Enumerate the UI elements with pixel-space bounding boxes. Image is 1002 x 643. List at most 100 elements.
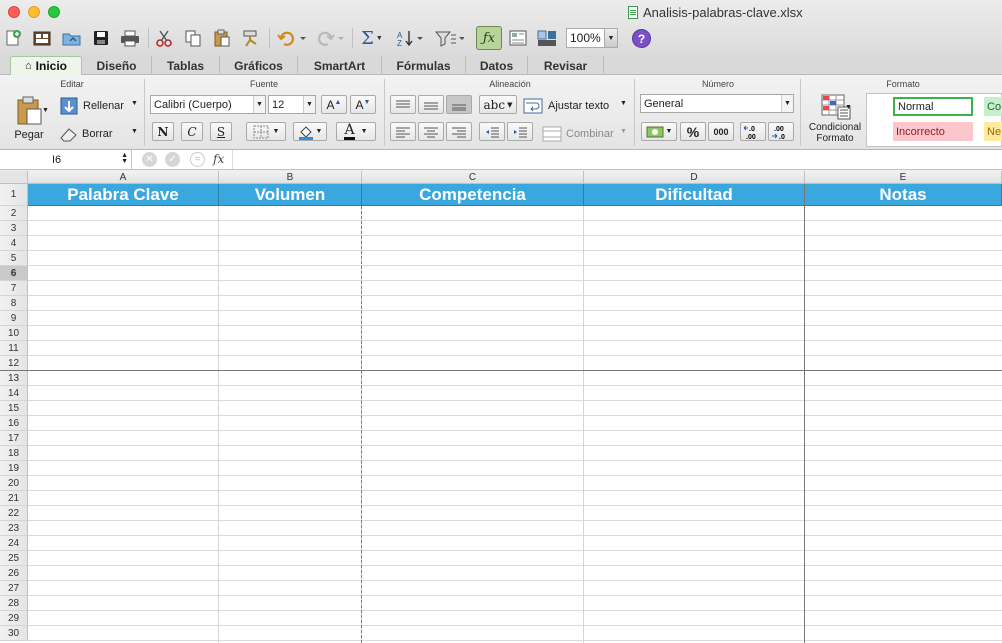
row-header[interactable]: 2 bbox=[0, 206, 28, 221]
insert-function-button[interactable]: fx bbox=[213, 152, 224, 166]
paste-icon[interactable] bbox=[211, 26, 233, 50]
row-header[interactable]: 11 bbox=[0, 341, 28, 356]
copy-icon[interactable] bbox=[182, 26, 204, 50]
text-orientation-button[interactable]: abc ▼ bbox=[479, 95, 517, 114]
tab-graficos[interactable]: Gráficos bbox=[220, 56, 298, 75]
gallery-icon[interactable] bbox=[506, 26, 530, 50]
increase-font-size-button[interactable]: A▲ bbox=[321, 95, 347, 114]
row-header[interactable]: 5 bbox=[0, 251, 28, 266]
header-cell-competencia[interactable]: Competencia bbox=[362, 184, 584, 206]
open-folder-icon[interactable] bbox=[60, 26, 84, 50]
sort-icon[interactable]: AZ bbox=[393, 26, 425, 50]
format-painter-icon[interactable] bbox=[240, 26, 264, 50]
tab-inicio[interactable]: ⌂ Inicio bbox=[10, 56, 82, 75]
percent-button[interactable]: % bbox=[680, 122, 706, 141]
print-icon[interactable] bbox=[118, 26, 142, 50]
align-bottom-button[interactable] bbox=[446, 95, 472, 114]
style-incorrecto[interactable]: Incorrecto bbox=[893, 122, 973, 141]
row-header[interactable]: 28 bbox=[0, 596, 28, 611]
font-size-select[interactable]: 12 ▼ bbox=[268, 95, 316, 114]
row-header[interactable]: 21 bbox=[0, 491, 28, 506]
formula-mode-icon[interactable]: = bbox=[190, 152, 205, 167]
increase-decimal-button[interactable]: .0.00 bbox=[740, 122, 766, 141]
row-header[interactable]: 7 bbox=[0, 281, 28, 296]
decrease-font-size-button[interactable]: A▼ bbox=[350, 95, 376, 114]
tab-formulas[interactable]: Fórmulas bbox=[382, 56, 466, 75]
column-header-c[interactable]: C bbox=[362, 171, 584, 184]
decrease-decimal-button[interactable]: .00.0 bbox=[768, 122, 794, 141]
clear-button[interactable]: Borrar bbox=[58, 124, 113, 144]
row-header[interactable]: 29 bbox=[0, 611, 28, 626]
italic-button[interactable]: C bbox=[181, 122, 203, 141]
decrease-indent-button[interactable] bbox=[479, 122, 505, 141]
row-header[interactable]: 22 bbox=[0, 506, 28, 521]
autosum-icon[interactable]: Σ ▼ bbox=[358, 26, 386, 50]
merge-button[interactable]: Combinar bbox=[542, 124, 614, 144]
spreadsheet-grid[interactable]: A B C D E Palabra Clave Volumen Competen… bbox=[0, 171, 1002, 643]
row-header[interactable]: 26 bbox=[0, 566, 28, 581]
bold-button[interactable]: N bbox=[152, 122, 174, 141]
header-cell-dificultad[interactable]: Dificultad bbox=[584, 184, 805, 206]
style-normal[interactable]: Normal bbox=[893, 97, 973, 116]
row-header[interactable]: 14 bbox=[0, 386, 28, 401]
chevron-down-icon[interactable]: ▼ bbox=[845, 104, 852, 111]
tab-revisar[interactable]: Revisar bbox=[528, 56, 604, 75]
font-color-button[interactable]: A ▼ bbox=[336, 122, 376, 141]
toolbox-icon[interactable] bbox=[534, 26, 560, 50]
row-header[interactable]: 23 bbox=[0, 521, 28, 536]
tab-tablas[interactable]: Tablas bbox=[152, 56, 220, 75]
align-middle-button[interactable] bbox=[418, 95, 444, 114]
name-box-stepper-icon[interactable]: ▲ ▼ bbox=[121, 152, 128, 165]
minimize-window-button[interactable] bbox=[28, 6, 40, 18]
tab-smartart[interactable]: SmartArt bbox=[298, 56, 382, 75]
align-left-button[interactable] bbox=[390, 122, 416, 141]
wrap-text-button[interactable]: Ajustar texto bbox=[523, 96, 609, 116]
row-header[interactable]: 17 bbox=[0, 431, 28, 446]
row-header[interactable]: 8 bbox=[0, 296, 28, 311]
chevron-down-icon[interactable]: ▼ bbox=[620, 128, 627, 135]
zoom-window-button[interactable] bbox=[48, 6, 60, 18]
underline-button[interactable]: S bbox=[210, 122, 232, 141]
align-right-button[interactable] bbox=[446, 122, 472, 141]
row-header[interactable]: 15 bbox=[0, 401, 28, 416]
fill-color-button[interactable]: ▼ bbox=[293, 122, 327, 141]
tab-diseno[interactable]: Diseño bbox=[82, 56, 152, 75]
row-header[interactable]: 9 bbox=[0, 311, 28, 326]
currency-format-button[interactable]: ▼ bbox=[641, 122, 677, 141]
row-header[interactable]: 6 bbox=[0, 266, 28, 281]
column-header-b[interactable]: B bbox=[219, 171, 362, 184]
chevron-down-icon[interactable]: ▼ bbox=[131, 100, 138, 107]
chevron-down-icon[interactable]: ▼ bbox=[620, 100, 627, 107]
help-icon[interactable]: ? bbox=[632, 29, 651, 48]
style-correcto[interactable]: Co bbox=[984, 97, 1002, 116]
filter-icon[interactable] bbox=[432, 26, 466, 50]
select-all-corner[interactable] bbox=[0, 171, 28, 184]
zoom-select[interactable]: 100% ▼ bbox=[566, 28, 618, 48]
row-header[interactable]: 20 bbox=[0, 476, 28, 491]
font-name-select[interactable]: Calibri (Cuerpo) ▼ bbox=[150, 95, 266, 114]
header-cell-volumen[interactable]: Volumen bbox=[219, 184, 362, 206]
redo-icon[interactable] bbox=[312, 26, 346, 50]
fill-button[interactable]: Rellenar bbox=[60, 96, 124, 116]
header-cell-palabra-clave[interactable]: Palabra Clave bbox=[28, 184, 219, 206]
row-header[interactable]: 1 bbox=[0, 184, 28, 206]
chevron-down-icon[interactable]: ▼ bbox=[131, 128, 138, 135]
paste-button[interactable]: Pegar bbox=[8, 95, 50, 145]
confirm-entry-icon[interactable]: ✓ bbox=[165, 152, 180, 167]
row-header[interactable]: 27 bbox=[0, 581, 28, 596]
row-header[interactable]: 19 bbox=[0, 461, 28, 476]
undo-icon[interactable] bbox=[274, 26, 308, 50]
row-header[interactable]: 3 bbox=[0, 221, 28, 236]
new-workbook-icon[interactable] bbox=[2, 26, 24, 50]
chevron-down-icon[interactable]: ▼ bbox=[42, 107, 49, 114]
row-header[interactable]: 30 bbox=[0, 626, 28, 641]
save-icon[interactable] bbox=[90, 26, 112, 50]
name-box[interactable]: I6 ▲ ▼ bbox=[0, 150, 132, 169]
cut-icon[interactable] bbox=[153, 26, 175, 50]
row-header[interactable]: 24 bbox=[0, 536, 28, 551]
formula-input[interactable] bbox=[232, 150, 1002, 169]
row-header[interactable]: 18 bbox=[0, 446, 28, 461]
row-header[interactable]: 4 bbox=[0, 236, 28, 251]
tab-datos[interactable]: Datos bbox=[466, 56, 528, 75]
column-header-a[interactable]: A bbox=[28, 171, 219, 184]
